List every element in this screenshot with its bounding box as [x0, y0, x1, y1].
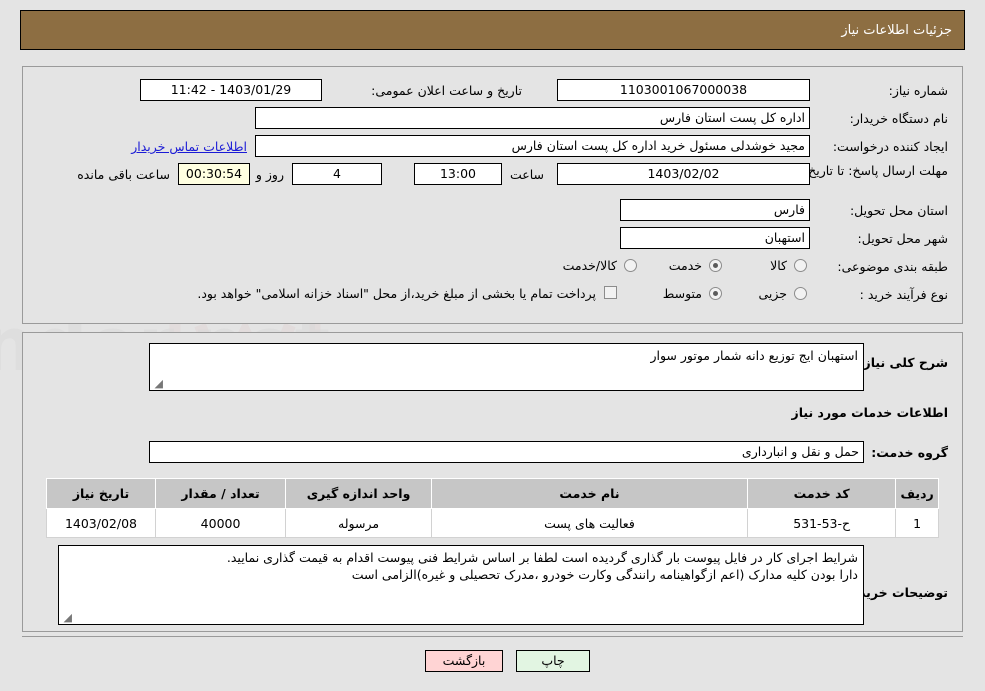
need-number-value: 1103001067000038: [557, 79, 810, 101]
radio-process-motavaset[interactable]: [709, 287, 722, 300]
td-row-no: 1: [895, 508, 939, 538]
th-service-name: نام خدمت: [430, 478, 749, 509]
deadline-date-value: 1403/02/02: [557, 163, 810, 185]
need-info-panel: شماره نیاز: 1103001067000038 تاریخ و ساع…: [22, 66, 963, 324]
radio-process-jozii[interactable]: [794, 287, 807, 300]
buyer-contact-link[interactable]: اطلاعات تماس خریدار: [131, 139, 247, 154]
request-creator-value: مجید خوشدلی مسئول خرید اداره کل پست استا…: [255, 135, 810, 157]
radio-category-khedmat-label: خدمت: [668, 258, 702, 273]
deadline-days-value: 4: [292, 163, 382, 185]
radio-category-kala[interactable]: [794, 259, 807, 272]
need-description-value: استهبان ایج توزیع دانه شمار موتور سوار: [650, 348, 858, 363]
page-header-bar: جزئیات اطلاعات نیاز: [20, 10, 965, 50]
radio-category-kala-khedmat[interactable]: [624, 259, 637, 272]
delivery-province-value: فارس: [620, 199, 810, 221]
public-announce-label: تاریخ و ساعت اعلان عمومی:: [371, 83, 522, 98]
service-group-value: حمل و نقل و انبارداری: [149, 441, 864, 463]
service-group-label: گروه خدمت:: [871, 445, 948, 460]
request-creator-label: ایجاد کننده درخواست:: [832, 139, 948, 154]
td-unit: مرسوله: [285, 508, 432, 538]
th-need-date: تاریخ نیاز: [46, 478, 156, 509]
th-unit: واحد اندازه گیری: [285, 478, 432, 509]
deadline-hour-value: 13:00: [414, 163, 502, 185]
radio-process-jozii-label: جزیی: [758, 286, 787, 301]
buyer-org-label: نام دستگاه خریدار:: [849, 111, 948, 126]
purchase-process-label: نوع فرآیند خرید :: [859, 287, 948, 302]
td-service-code: ح-53-531: [747, 508, 897, 538]
deadline-hour-label: ساعت: [509, 167, 544, 182]
deadline-countdown-value: 00:30:54: [178, 163, 250, 185]
deadline-remaining-label: ساعت باقی مانده: [77, 167, 170, 182]
td-service-name: فعالیت های پست: [430, 508, 749, 538]
radio-category-kala-khedmat-label: کالا/خدمت: [562, 258, 617, 273]
delivery-city-value: استهبان: [620, 227, 810, 249]
buyer-notes-line2: دارا بودن کلیه مدارک (اعم ازگواهینامه را…: [351, 567, 858, 582]
treasury-bonds-checkbox[interactable]: [604, 286, 617, 299]
radio-category-khedmat[interactable]: [709, 259, 722, 272]
print-button[interactable]: چاپ: [516, 650, 590, 672]
table-row: 1 ح-53-531 فعالیت های پست مرسوله 40000 1…: [46, 508, 939, 538]
need-description-textarea[interactable]: استهبان ایج توزیع دانه شمار موتور سوار ◢: [149, 343, 864, 391]
treasury-bonds-label: پرداخت تمام یا بخشی از مبلغ خرید،از محل …: [197, 286, 596, 301]
th-service-code: کد خدمت: [747, 478, 897, 509]
deadline-days-label: روز و: [255, 167, 284, 182]
services-heading: اطلاعات خدمات مورد نیاز: [791, 405, 949, 420]
need-description-label: شرح کلی نیاز:: [858, 355, 948, 370]
public-announce-value: 1403/01/29 - 11:42: [140, 79, 322, 101]
buyer-notes-textarea[interactable]: شرایط اجرای کار در فایل پیوست بار گذاری …: [58, 545, 864, 625]
page-title: جزئیات اطلاعات نیاز: [841, 23, 952, 38]
subject-category-label: طبقه بندی موضوعی:: [837, 259, 948, 274]
response-deadline-label: مهلت ارسال پاسخ: تا تاریخ:: [803, 163, 948, 178]
th-quantity: تعداد / مقدار: [154, 478, 287, 509]
td-quantity: 40000: [154, 508, 287, 538]
radio-category-kala-label: کالا: [770, 258, 787, 273]
services-table: ردیف کد خدمت نام خدمت واحد اندازه گیری ت…: [46, 478, 939, 538]
delivery-city-label: شهر محل تحویل:: [857, 231, 948, 246]
radio-process-motavaset-label: متوسط: [662, 286, 702, 301]
delivery-province-label: استان محل تحویل:: [849, 203, 948, 218]
table-header-row: ردیف کد خدمت نام خدمت واحد اندازه گیری ت…: [46, 478, 939, 509]
td-need-date: 1403/02/08: [46, 508, 156, 538]
th-row-no: ردیف: [895, 478, 939, 509]
footer-divider: [22, 636, 963, 637]
buyer-org-value: اداره کل پست استان فارس: [255, 107, 810, 129]
resize-grip-icon[interactable]: ◢: [153, 378, 163, 389]
resize-grip-icon-notes[interactable]: ◢: [62, 612, 72, 623]
buyer-notes-line1: شرایط اجرای کار در فایل پیوست بار گذاری …: [226, 550, 858, 565]
need-number-label: شماره نیاز:: [888, 83, 948, 98]
back-button[interactable]: بازگشت: [425, 650, 503, 672]
